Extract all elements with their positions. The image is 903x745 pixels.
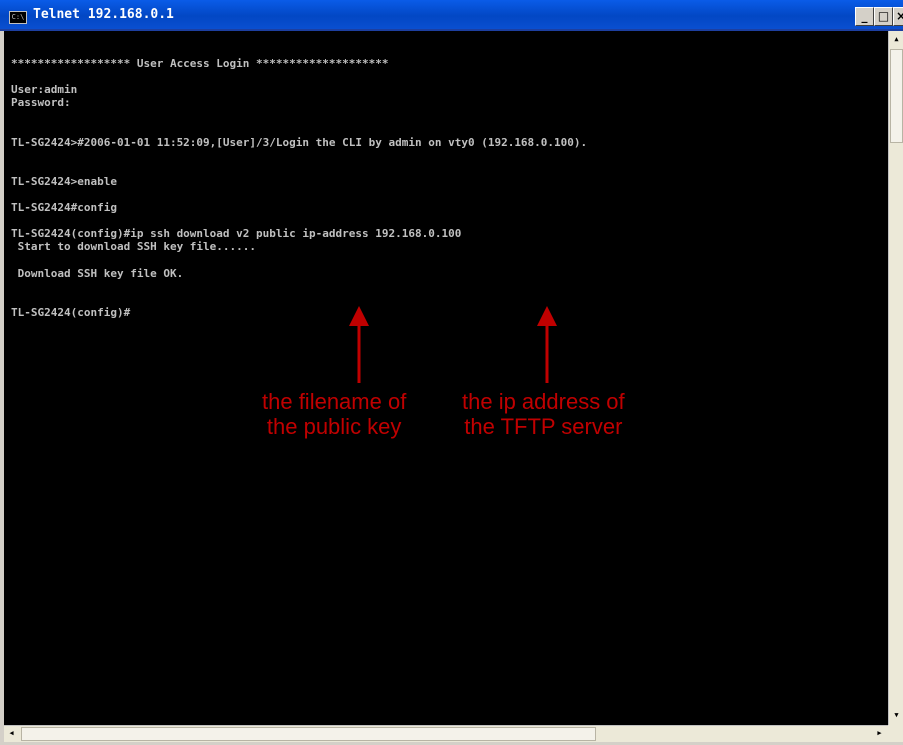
console-output: ****************** User Access Login ***… — [11, 57, 587, 319]
console-line: TL-SG2424>#2006-01-01 11:52:09,[User]/3/… — [11, 135, 588, 149]
filename-annotation: the filename of the public key — [262, 389, 406, 439]
console-line: TL-SG2424(config)#ip ssh download v2 pub… — [11, 227, 462, 241]
ip-annotation-line1: the ip address of — [462, 389, 625, 414]
horizontal-scrollbar[interactable]: ◀ ▶ — [4, 725, 888, 742]
scrollbar-corner — [888, 725, 903, 742]
console-line: Password: — [11, 96, 71, 110]
vertical-scrollbar[interactable]: ▲ ▼ — [888, 31, 903, 725]
minimize-button[interactable]: _ — [855, 7, 874, 26]
console-line: Start to download SSH key file...... — [11, 240, 257, 254]
maximize-button[interactable]: □ — [874, 7, 893, 26]
filename-annotation-line2: the public key — [266, 414, 402, 439]
console-line: Download SSH key file OK. — [11, 266, 184, 280]
filename-annotation-line1: the filename of — [262, 389, 407, 414]
close-button[interactable]: × — [893, 7, 903, 26]
scroll-right-arrow-icon[interactable]: ▶ — [873, 726, 886, 741]
scroll-down-arrow-icon[interactable]: ▼ — [890, 708, 903, 723]
horizontal-scroll-thumb[interactable] — [21, 727, 596, 741]
console-app-icon[interactable]: C:\ — [9, 11, 27, 24]
title-bar[interactable]: C:\ Telnet 192.168.0.1 _ □ × — [0, 0, 903, 31]
ip-annotation-line2: the TFTP server — [464, 414, 623, 439]
vertical-scroll-thumb[interactable] — [890, 49, 903, 143]
ip-annotation: the ip address of the TFTP server — [462, 389, 625, 439]
terminal-console[interactable]: ****************** User Access Login ***… — [4, 31, 888, 725]
console-line: TL-SG2424#config — [11, 201, 117, 215]
console-line: ****************** User Access Login ***… — [11, 57, 389, 70]
scroll-up-arrow-icon[interactable]: ▲ — [890, 32, 903, 47]
console-line: TL-SG2424>enable — [11, 174, 117, 188]
telnet-window: C:\ Telnet 192.168.0.1 _ □ × ***********… — [0, 0, 903, 745]
console-line: TL-SG2424(config)# — [11, 305, 131, 319]
scroll-left-arrow-icon[interactable]: ◀ — [5, 726, 18, 741]
window-title: Telnet 192.168.0.1 — [33, 7, 174, 22]
console-line: User:admin — [11, 83, 78, 97]
